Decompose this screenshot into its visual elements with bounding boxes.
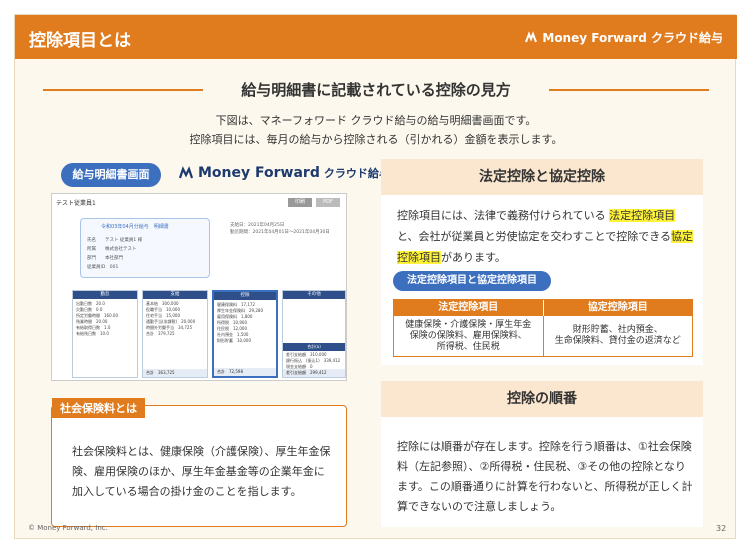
pdf-button[interactable]: PDF	[316, 198, 340, 207]
table-header: 支給	[143, 291, 207, 299]
slip-card-title: 令和03年04月分給与 明細書	[101, 224, 169, 230]
table-subrows: 差引支給額 310,000 銀行振込 (振込1) 339,412 現金支給額 0	[283, 352, 345, 370]
table-header-row: 法定控除項目 協定控除項目	[394, 300, 692, 316]
deduction-types-label: 法定控除項目と協定控除項目	[393, 271, 551, 291]
column-header-agreement: 協定控除項目	[543, 300, 692, 316]
table-rows: 基本給 300,000 役職手当 10,000 住宅手当 15,000 通勤手当…	[143, 299, 207, 339]
text-segment: と、会社が従業員と労使協定を交わすことで控除できる	[397, 230, 672, 243]
intro-text: 下図は、マネーフォワード クラウド給与の給与明細書画面です。 控除項目には、毎月…	[15, 111, 737, 149]
intro-line-2: 控除項目には、毎月の給与から控除される（引かれる）金額を表示します。	[189, 133, 563, 146]
payslip-screen-label: 給与明細書画面	[61, 163, 161, 187]
slip-employee-name: テスト従業員1	[56, 200, 96, 207]
money-forward-logo-icon	[525, 30, 538, 42]
print-button[interactable]: 印刷	[288, 198, 312, 207]
money-forward-mark-icon	[178, 166, 194, 179]
deduction-order-panel: 控除の順番 控除には順番が存在します。控除を行う順番は、①社会保険料（左記参照）…	[381, 381, 703, 527]
table-header: 控除	[214, 292, 276, 300]
section-title: 給与明細書に記載されている控除の見方	[233, 79, 519, 100]
table-total: 差引支給額 299,412	[283, 369, 345, 377]
agreement-items-cell: 財形貯蓄、社内預金、 生命保険料、貸付金の返済など	[544, 316, 693, 356]
section-heading: 給与明細書に記載されている控除の見方	[15, 79, 737, 100]
statutory-items-cell: 健康保険・介護保険・厚生年金 保険の保険料、雇用保険料、 所得税、住民税	[394, 316, 544, 356]
logo-main-text: Money Forward	[198, 165, 320, 181]
deduction-types-table: 法定控除項目 協定控除項目 健康保険・介護保険・厚生年金 保険の保険料、雇用保険…	[393, 299, 693, 357]
payslip-screenshot: テスト従業員1 印刷 PDF 令和03年04月分給与 明細書 氏名 テスト 従業…	[51, 193, 347, 381]
page-number: 32	[716, 524, 727, 533]
logo-sub-text: クラウド給与	[323, 167, 390, 180]
table-row: 合計 379,725	[146, 331, 175, 336]
cell-line: 財形貯蓄、社内預金、	[572, 325, 663, 335]
slip-meta: 支給日：2021年04月25日 勤怠期間：2021年04月01日〜2021年04…	[230, 222, 330, 236]
table-header: 勤怠	[73, 291, 137, 299]
slip-header-card: 令和03年04月分給与 明細書 氏名 テスト 従業員1 様 所属 株式会社テスト…	[80, 218, 210, 278]
brand-text: Money Forward クラウド給与	[542, 31, 723, 45]
panel-title: 法定控除と協定控除	[381, 159, 703, 195]
slide: 控除項目とは Money Forward クラウド給与 給与明細書に記載されてい…	[14, 14, 737, 539]
text-segment: があります。	[441, 251, 506, 264]
brand: Money Forward クラウド給与	[524, 29, 723, 46]
slip-card-row: 氏名 テスト 従業員1 様	[87, 238, 143, 243]
social-insurance-box: 社会保険料とは 社会保険料とは、健康保険（介護保険）、厚生年金保険、雇用保険のほ…	[51, 398, 347, 527]
payment-table: 支給 基本給 300,000 役職手当 10,000 住宅手当 15,000 通…	[142, 290, 208, 378]
slip-meta-line: 勤怠期間：2021年04月01日〜2021年04月30日	[230, 230, 330, 235]
social-insurance-tag: 社会保険料とは	[52, 398, 145, 418]
text-segment: 控除項目には、法律で義務付けられている	[397, 209, 606, 222]
heading-rule-left	[43, 89, 203, 91]
table-rows: 健康保険料 17,172 厚生年金保険料 29,280 雇用保険料 1,800 …	[214, 300, 276, 346]
panel-text: 控除項目には、法律で義務付けられている 法定控除項目と、会社が従業員と労使協定を…	[397, 205, 694, 268]
table-subheader: 合計(a)	[283, 343, 345, 351]
money-forward-logo: Money Forward クラウド給与	[178, 165, 390, 181]
table-header: その他	[283, 291, 345, 299]
highlight-statutory: 法定控除項目	[609, 209, 676, 222]
social-insurance-text: 社会保険料とは、健康保険（介護保険）、厚生年金保険、雇用保険のほか、厚生年金基金…	[72, 445, 331, 498]
heading-rule-right	[549, 89, 709, 91]
cell-line: 所得税、住民税	[436, 342, 500, 352]
table-body-row: 健康保険・介護保険・厚生年金 保険の保険料、雇用保険料、 所得税、住民税 財形貯…	[394, 316, 692, 356]
attendance-table: 勤怠 出勤日数 20.0 欠勤日数 0.0 所定労働時間 160.00 残業時間…	[72, 290, 138, 378]
panel-title: 控除の順番	[381, 381, 703, 417]
deduction-table: 控除 健康保険料 17,172 厚生年金保険料 29,280 雇用保険料 1,8…	[212, 290, 278, 378]
copyright: © Money Forward, Inc.	[28, 524, 108, 532]
table-rows: 出勤日数 20.0 欠勤日数 0.0 所定労働時間 160.00 残業時間 20…	[73, 299, 137, 339]
statutory-agreement-panel: 法定控除と協定控除 控除項目には、法律で義務付けられている 法定控除項目と、会社…	[381, 159, 703, 365]
slip-meta-line: 支給日：2021年04月25日	[230, 223, 285, 228]
panel-text: 控除には順番が存在します。控除を行う順番は、①社会保険料（左記参照）、②所得税・…	[397, 440, 693, 513]
cell-line: 保険の保険料、雇用保険料、	[409, 331, 527, 341]
intro-line-1: 下図は、マネーフォワード クラウド給与の給与明細書画面です。	[215, 114, 537, 127]
column-header-statutory: 法定控除項目	[394, 300, 544, 316]
header-bar: 控除項目とは Money Forward クラウド給与	[15, 15, 737, 59]
table-row: 財形貯蓄 10,000	[217, 338, 251, 343]
table-total: 合計 363,725	[143, 369, 207, 377]
page-title: 控除項目とは	[29, 31, 131, 51]
table-total: 合計 72,598	[214, 368, 276, 376]
table-row: 有給残日数 10.0	[76, 331, 109, 336]
cell-line: 生命保険料、貸付金の返済など	[554, 336, 681, 346]
slip-card-row: 部門 本社部門	[87, 256, 123, 261]
other-table: その他 合計(a) 差引支給額 310,000 銀行振込 (振込1) 339,4…	[282, 290, 346, 378]
slip-card-row: 従業員ID 001	[87, 265, 119, 270]
cell-line: 健康保険・介護保険・厚生年金	[405, 320, 532, 330]
slip-card-row: 所属 株式会社テスト	[87, 247, 137, 252]
